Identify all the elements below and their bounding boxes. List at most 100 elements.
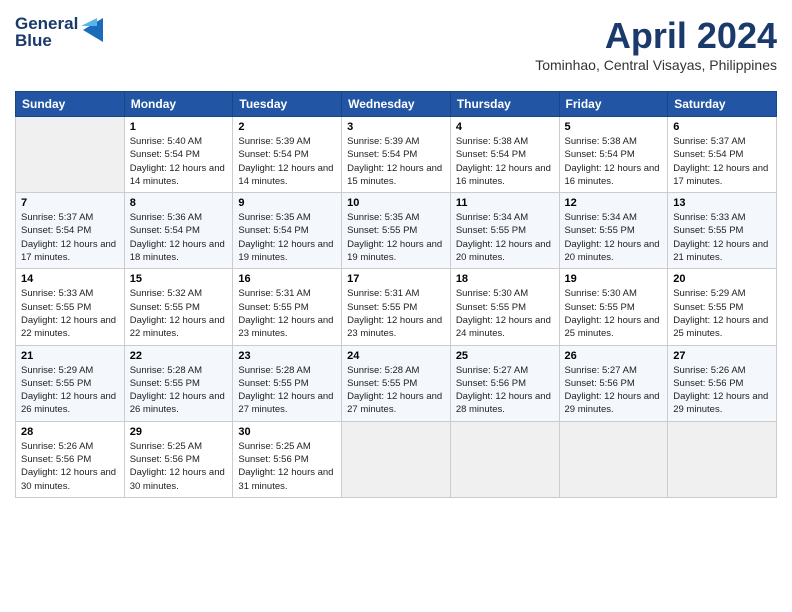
calendar-cell: 18 Sunrise: 5:30 AMSunset: 5:55 PMDayligh… [450,269,559,345]
location: Tominhao, Central Visayas, Philippines [535,57,777,73]
calendar-cell: 3 Sunrise: 5:39 AMSunset: 5:54 PMDaylight… [342,117,451,193]
day-number: 23 [238,350,336,362]
weekday-header-row: SundayMondayTuesdayWednesdayThursdayFrid… [16,92,777,117]
calendar-cell: 24Sunrise: 5:28 AMSunset: 5:55 PMDayligh… [342,345,451,421]
day-info: Sunrise: 5:36 AMSunset: 5:54 PMDaylight:… [130,211,228,264]
day-info: Sunrise: 5:39 AMSunset: 5:54 PMDaylight:… [347,135,445,188]
day-number: 12 [565,197,663,209]
calendar-cell: 12 Sunrise: 5:34 AMSunset: 5:55 PMDayligh… [559,193,668,269]
day-number: 25 [456,350,554,362]
day-info: Sunrise: 5:30 AMSunset: 5:55 PMDaylight:… [565,287,663,340]
calendar-week-row: 28 Sunrise: 5:26 AMSunset: 5:56 PMDayligh… [16,421,777,497]
calendar-cell [668,421,777,497]
weekday-header: Friday [559,92,668,117]
title-block: April 2024 Tominhao, Central Visayas, Ph… [535,15,777,73]
calendar-cell: 22Sunrise: 5:28 AMSunset: 5:55 PMDayligh… [124,345,233,421]
calendar-cell: 2 Sunrise: 5:39 AMSunset: 5:54 PMDaylight… [233,117,342,193]
day-info: Sunrise: 5:32 AMSunset: 5:55 PMDaylight:… [130,287,228,340]
day-info: Sunrise: 5:25 AMSunset: 5:56 PMDaylight:… [130,440,228,493]
day-number: 18 [456,273,554,285]
day-info: Sunrise: 5:31 AMSunset: 5:55 PMDaylight:… [347,287,445,340]
day-info: Sunrise: 5:39 AMSunset: 5:54 PMDaylight:… [238,135,336,188]
calendar-cell [450,421,559,497]
day-info: Sunrise: 5:27 AMSunset: 5:56 PMDaylight:… [565,364,663,417]
day-number: 13 [673,197,771,209]
weekday-header: Saturday [668,92,777,117]
calendar-cell: 15Sunrise: 5:32 AMSunset: 5:55 PMDayligh… [124,269,233,345]
day-info: Sunrise: 5:25 AMSunset: 5:56 PMDaylight:… [238,440,336,493]
calendar-cell [16,117,125,193]
logo-general: General [15,15,78,32]
day-number: 1 [130,121,228,133]
weekday-header: Wednesday [342,92,451,117]
day-number: 17 [347,273,445,285]
day-info: Sunrise: 5:34 AMSunset: 5:55 PMDaylight:… [565,211,663,264]
day-info: Sunrise: 5:40 AMSunset: 5:54 PMDaylight:… [130,135,228,188]
calendar-cell: 5 Sunrise: 5:38 AMSunset: 5:54 PMDaylight… [559,117,668,193]
calendar-cell: 10Sunrise: 5:35 AMSunset: 5:55 PMDayligh… [342,193,451,269]
day-number: 20 [673,273,771,285]
day-info: Sunrise: 5:33 AMSunset: 5:55 PMDaylight:… [673,211,771,264]
calendar-cell: 21Sunrise: 5:29 AMSunset: 5:55 PMDayligh… [16,345,125,421]
page-header: General Blue April 2024 Tominhao, Centra… [15,15,777,81]
calendar-week-row: 14Sunrise: 5:33 AMSunset: 5:55 PMDayligh… [16,269,777,345]
day-number: 21 [21,350,119,362]
calendar-cell: 23 Sunrise: 5:28 AMSunset: 5:55 PMDayligh… [233,345,342,421]
day-info: Sunrise: 5:38 AMSunset: 5:54 PMDaylight:… [456,135,554,188]
logo-box: General Blue [15,15,103,49]
day-number: 8 [130,197,228,209]
day-number: 9 [238,197,336,209]
day-number: 7 [21,197,119,209]
calendar-cell: 4 Sunrise: 5:38 AMSunset: 5:54 PMDaylight… [450,117,559,193]
calendar-cell: 11 Sunrise: 5:34 AMSunset: 5:55 PMDayligh… [450,193,559,269]
weekday-header: Sunday [16,92,125,117]
day-number: 11 [456,197,554,209]
calendar-cell: 25Sunrise: 5:27 AMSunset: 5:56 PMDayligh… [450,345,559,421]
logo-arrow-icon [81,16,103,44]
day-info: Sunrise: 5:35 AMSunset: 5:54 PMDaylight:… [238,211,336,264]
day-number: 24 [347,350,445,362]
calendar-cell: 6Sunrise: 5:37 AMSunset: 5:54 PMDaylight… [668,117,777,193]
calendar-week-row: 21Sunrise: 5:29 AMSunset: 5:55 PMDayligh… [16,345,777,421]
calendar-cell [342,421,451,497]
calendar-cell: 19 Sunrise: 5:30 AMSunset: 5:55 PMDayligh… [559,269,668,345]
day-number: 30 [238,426,336,438]
calendar-cell: 13 Sunrise: 5:33 AMSunset: 5:55 PMDayligh… [668,193,777,269]
calendar-cell: 20 Sunrise: 5:29 AMSunset: 5:55 PMDayligh… [668,269,777,345]
calendar-cell [559,421,668,497]
day-number: 22 [130,350,228,362]
day-info: Sunrise: 5:38 AMSunset: 5:54 PMDaylight:… [565,135,663,188]
day-number: 16 [238,273,336,285]
day-info: Sunrise: 5:28 AMSunset: 5:55 PMDaylight:… [238,364,336,417]
day-info: Sunrise: 5:30 AMSunset: 5:55 PMDaylight:… [456,287,554,340]
calendar-cell: 1 Sunrise: 5:40 AMSunset: 5:54 PMDaylight… [124,117,233,193]
day-number: 6 [673,121,771,133]
calendar-cell: 28 Sunrise: 5:26 AMSunset: 5:56 PMDayligh… [16,421,125,497]
day-number: 26 [565,350,663,362]
calendar-cell: 7Sunrise: 5:37 AMSunset: 5:54 PMDaylight… [16,193,125,269]
day-number: 19 [565,273,663,285]
weekday-header: Thursday [450,92,559,117]
logo-blue: Blue [15,32,78,49]
calendar-cell: 17 Sunrise: 5:31 AMSunset: 5:55 PMDayligh… [342,269,451,345]
day-number: 4 [456,121,554,133]
calendar-cell: 26 Sunrise: 5:27 AMSunset: 5:56 PMDayligh… [559,345,668,421]
day-number: 28 [21,426,119,438]
calendar-cell: 8 Sunrise: 5:36 AMSunset: 5:54 PMDaylight… [124,193,233,269]
weekday-header: Monday [124,92,233,117]
logo-arrow [81,16,103,49]
day-number: 10 [347,197,445,209]
day-info: Sunrise: 5:33 AMSunset: 5:55 PMDaylight:… [21,287,119,340]
calendar-cell: 27Sunrise: 5:26 AMSunset: 5:56 PMDayligh… [668,345,777,421]
weekday-header: Tuesday [233,92,342,117]
day-info: Sunrise: 5:31 AMSunset: 5:55 PMDaylight:… [238,287,336,340]
day-number: 29 [130,426,228,438]
day-info: Sunrise: 5:26 AMSunset: 5:56 PMDaylight:… [21,440,119,493]
day-number: 5 [565,121,663,133]
day-info: Sunrise: 5:34 AMSunset: 5:55 PMDaylight:… [456,211,554,264]
day-number: 3 [347,121,445,133]
day-number: 27 [673,350,771,362]
day-number: 2 [238,121,336,133]
logo: General Blue [15,15,103,49]
day-info: Sunrise: 5:29 AMSunset: 5:55 PMDaylight:… [673,287,771,340]
